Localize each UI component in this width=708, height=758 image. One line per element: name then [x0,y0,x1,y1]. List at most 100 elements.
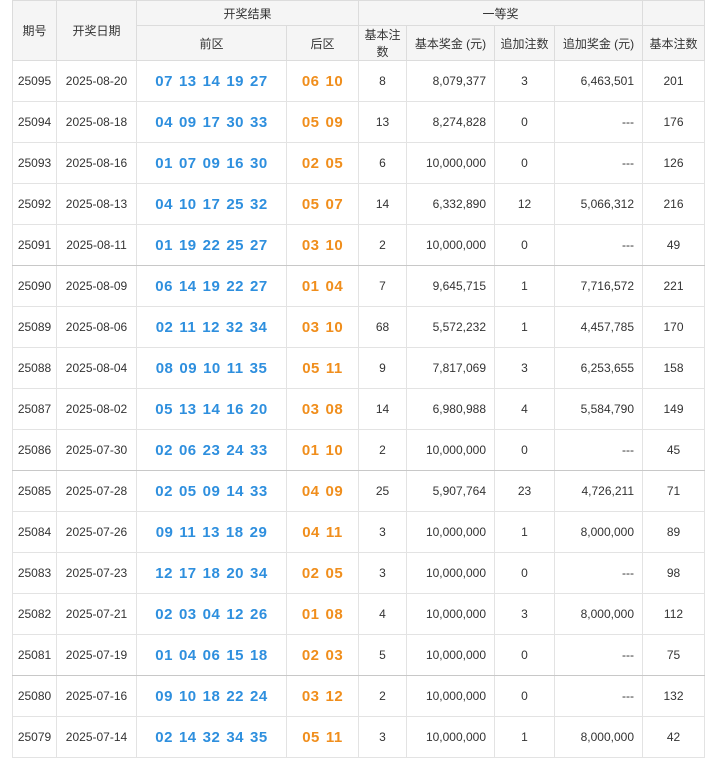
front-ball: 05 [155,400,173,418]
front-ball: 27 [250,236,268,254]
back-balls-cell: 01 10 [286,429,359,471]
extra-prize-cell: 8,000,000 [554,716,643,758]
header-front: 前区 [136,25,287,61]
front-ball: 27 [250,72,268,90]
extra-count-cell: 3 [494,60,555,102]
front-ball: 11 [179,318,197,336]
date-cell: 2025-08-20 [56,60,137,102]
back-balls-cell: 05 07 [286,183,359,225]
front-ball: 10 [178,195,197,213]
back-ball: 03 [301,236,320,254]
back-balls-cell: 02 05 [286,552,359,594]
back-ball: 07 [325,195,344,213]
front-ball: 17 [178,564,197,582]
extra-prize-cell: --- [554,101,643,143]
front-ball: 03 [178,605,197,623]
back-ball: 05 [301,113,320,131]
second-count-cell: 75 [642,634,705,676]
front-balls-cell: 02 06 23 24 33 [136,429,287,471]
front-ball: 10 [203,359,221,377]
front-ball: 33 [250,441,268,459]
header-basic-count: 基本注数 [358,25,407,61]
extra-prize-cell: --- [554,429,643,471]
extra-count-cell: 1 [494,265,555,307]
back-balls-cell: 02 05 [286,142,359,184]
back-ball: 03 [301,400,320,418]
basic-prize-cell: 10,000,000 [406,675,495,717]
back-ball: 05 [325,564,344,582]
back-ball: 08 [325,400,344,418]
front-balls-cell: 01 19 22 25 27 [136,224,287,266]
front-balls-cell: 02 14 32 34 35 [136,716,287,758]
back-ball: 05 [302,359,320,377]
extra-prize-cell: 8,000,000 [554,593,643,635]
second-count-cell: 149 [642,388,705,430]
basic-count-cell: 3 [358,716,407,758]
second-count-cell: 42 [642,716,705,758]
front-balls-cell: 09 11 13 18 29 [136,511,287,553]
back-ball: 05 [301,195,320,213]
date-cell: 2025-07-16 [56,675,137,717]
front-balls-cell: 08 09 10 11 35 [136,347,287,389]
second-count-cell: 132 [642,675,705,717]
extra-count-cell: 23 [494,470,555,512]
results-body: 25095 2025-08-20 07 13 14 19 27 06 10 8 8,079,377 3… [12,60,705,758]
back-balls-cell: 05 09 [286,101,359,143]
basic-prize-cell: 8,079,377 [406,60,495,102]
front-ball: 32 [250,195,268,213]
front-ball: 35 [250,728,268,746]
extra-prize-cell: 5,066,312 [554,183,643,225]
front-ball: 24 [250,687,268,705]
table-row: 25081 2025-07-19 01 04 06 15 18 02 03 5 10,000,000… [12,634,705,676]
back-ball: 04 [301,482,320,500]
back-ball: 03 [301,318,320,336]
table-row: 25082 2025-07-21 02 03 04 12 26 01 08 4 10,000,000… [12,593,705,635]
issue-cell: 25079 [12,716,57,758]
back-ball: 02 [301,646,320,664]
front-ball: 01 [155,236,173,254]
extra-count-cell: 1 [494,306,555,348]
date-cell: 2025-07-19 [56,634,137,676]
basic-prize-cell: 10,000,000 [406,634,495,676]
back-balls-cell: 03 10 [286,306,359,348]
front-ball: 01 [155,646,173,664]
issue-cell: 25087 [12,388,57,430]
front-ball: 02 [155,318,174,336]
date-cell: 2025-08-02 [56,388,137,430]
second-count-cell: 49 [642,224,705,266]
issue-cell: 25089 [12,306,57,348]
front-ball: 16 [226,154,245,172]
issue-cell: 25081 [12,634,57,676]
front-ball: 02 [155,441,173,459]
basic-prize-cell: 6,332,890 [406,183,495,225]
second-count-cell: 216 [642,183,705,225]
header-issue: 期号 [12,0,57,61]
back-balls-cell: 01 08 [286,593,359,635]
basic-prize-cell: 10,000,000 [406,552,495,594]
front-ball: 09 [179,359,198,377]
table-row: 25084 2025-07-26 09 11 13 18 29 04 11 3 10,000,000… [12,511,705,553]
basic-prize-cell: 10,000,000 [406,593,495,635]
front-ball: 11 [179,523,197,541]
second-count-cell: 176 [642,101,705,143]
back-ball: 10 [325,441,344,459]
table-row: 25087 2025-08-02 05 13 14 16 20 03 08 14 6,980,988… [12,388,705,430]
front-ball: 01 [155,154,173,172]
front-ball: 17 [202,113,221,131]
back-balls-cell: 05 11 [286,716,359,758]
extra-count-cell: 0 [494,101,555,143]
basic-count-cell: 9 [358,347,407,389]
front-ball: 22 [226,277,245,295]
back-ball: 10 [325,236,344,254]
extra-prize-cell: --- [554,552,643,594]
issue-cell: 25080 [12,675,57,717]
basic-count-cell: 7 [358,265,407,307]
front-ball: 09 [155,523,174,541]
second-count-cell: 45 [642,429,705,471]
date-cell: 2025-07-30 [56,429,137,471]
extra-count-cell: 1 [494,511,555,553]
front-ball: 24 [226,441,245,459]
front-ball: 14 [226,482,245,500]
front-ball: 13 [202,523,220,541]
date-cell: 2025-08-09 [56,265,137,307]
